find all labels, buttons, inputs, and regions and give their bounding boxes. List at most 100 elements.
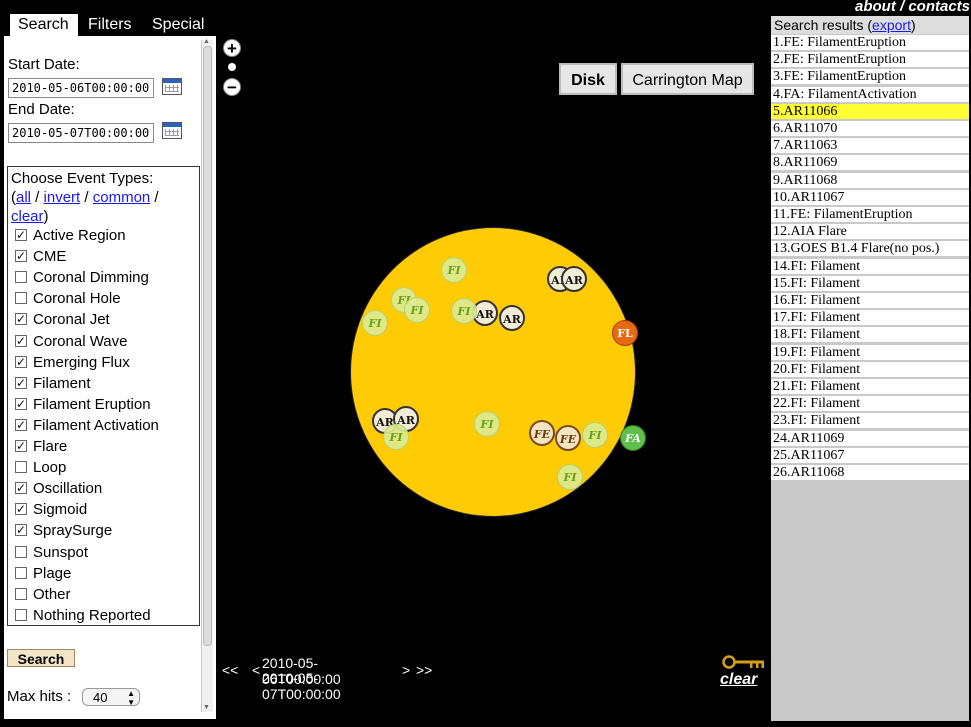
scroll-up-icon[interactable]: ▲ bbox=[203, 38, 210, 45]
event-type-item[interactable]: Sunspot bbox=[15, 542, 88, 563]
tab-special[interactable]: Special bbox=[152, 14, 204, 36]
result-row[interactable]: 15.FI: Filament bbox=[771, 275, 969, 292]
event-type-item[interactable]: Sigmoid bbox=[15, 499, 87, 520]
event-type-checkbox[interactable] bbox=[15, 352, 27, 373]
result-row[interactable]: 21.FI: Filament bbox=[771, 379, 969, 395]
event-type-checkbox[interactable] bbox=[15, 292, 27, 305]
result-row[interactable]: 19.FI: Filament bbox=[771, 344, 969, 361]
event-type-item[interactable]: Other bbox=[15, 584, 71, 605]
time-gt-button[interactable]: > bbox=[402, 662, 410, 678]
scrollbar[interactable]: ▲ ▼ bbox=[201, 38, 213, 712]
scrollbar-thumb[interactable] bbox=[203, 46, 212, 646]
carrington-map-button[interactable]: Carrington Map bbox=[621, 63, 754, 95]
time-prev-button[interactable]: << bbox=[222, 662, 238, 678]
event-type-item[interactable]: Nothing Reported bbox=[15, 605, 151, 626]
result-row[interactable]: 14.FI: Filament bbox=[771, 258, 969, 275]
result-row[interactable]: 17.FI: Filament bbox=[771, 310, 969, 327]
key-icon[interactable] bbox=[722, 654, 766, 670]
event-type-checkbox[interactable] bbox=[15, 373, 27, 394]
event-type-checkbox[interactable] bbox=[15, 499, 27, 520]
event-type-checkbox[interactable] bbox=[15, 394, 27, 415]
event-type-checkbox[interactable] bbox=[15, 545, 27, 558]
event-type-checkbox[interactable] bbox=[15, 331, 27, 352]
zoom-in-button[interactable]: + bbox=[223, 39, 241, 57]
result-row[interactable]: 3.FE: FilamentEruption bbox=[771, 69, 969, 86]
result-row[interactable]: 26.AR11068 bbox=[771, 465, 969, 481]
zoom-level-indicator[interactable] bbox=[228, 63, 236, 71]
event-marker-fe[interactable]: FE bbox=[555, 425, 581, 451]
about-contacts-link[interactable]: about / contacts bbox=[855, 0, 970, 15]
event-marker-fe[interactable]: FE bbox=[529, 420, 555, 446]
result-row[interactable]: 18.FI: Filament bbox=[771, 327, 969, 344]
result-row[interactable]: 2.FE: FilamentEruption bbox=[771, 52, 969, 69]
result-row[interactable]: 11.FE: FilamentEruption bbox=[771, 207, 969, 223]
event-type-checkbox[interactable] bbox=[15, 461, 27, 474]
event-type-checkbox[interactable] bbox=[15, 566, 27, 579]
event-type-checkbox[interactable] bbox=[15, 309, 27, 330]
end-date-input[interactable]: 2010-05-07T00:00:00 bbox=[8, 123, 154, 143]
result-row[interactable]: 25.AR11067 bbox=[771, 447, 969, 464]
event-type-item[interactable]: Coronal Hole bbox=[15, 288, 121, 309]
result-row[interactable]: 24.AR11069 bbox=[771, 430, 969, 447]
event-type-checkbox[interactable] bbox=[15, 608, 27, 621]
event-type-checkbox[interactable] bbox=[15, 271, 27, 284]
search-button[interactable]: Search bbox=[7, 649, 75, 667]
time-next-button[interactable]: >> bbox=[416, 662, 432, 678]
disk-view-button[interactable]: Disk bbox=[559, 63, 617, 95]
event-type-checkbox[interactable] bbox=[15, 478, 27, 499]
result-row[interactable]: 7.AR11063 bbox=[771, 138, 969, 155]
event-marker-fa[interactable]: FA bbox=[620, 425, 646, 451]
common-link[interactable]: common bbox=[93, 189, 151, 206]
event-type-item[interactable]: Oscillation bbox=[15, 478, 102, 499]
result-row[interactable]: 12.AIA Flare bbox=[771, 224, 969, 241]
event-marker-fi[interactable]: FI bbox=[582, 422, 608, 448]
event-type-item[interactable]: Coronal Jet bbox=[15, 309, 110, 330]
invert-link[interactable]: invert bbox=[44, 189, 81, 206]
start-date-input[interactable]: 2010-05-06T00:00:00 bbox=[8, 78, 154, 98]
event-type-checkbox[interactable] bbox=[15, 520, 27, 541]
event-marker-fi[interactable]: FI bbox=[441, 257, 467, 283]
result-row[interactable]: 1.FE: FilamentEruption bbox=[771, 35, 969, 51]
event-type-checkbox[interactable] bbox=[15, 436, 27, 457]
result-row[interactable]: 8.AR11069 bbox=[771, 155, 969, 172]
event-type-checkbox[interactable] bbox=[15, 415, 27, 436]
event-type-item[interactable]: Filament Eruption bbox=[15, 394, 151, 415]
result-row[interactable]: 5.AR11066 bbox=[771, 103, 969, 120]
result-row[interactable]: 20.FI: Filament bbox=[771, 361, 969, 378]
event-type-item[interactable]: SpraySurge bbox=[15, 520, 112, 541]
event-marker-fi[interactable]: FI bbox=[451, 298, 477, 324]
event-type-item[interactable]: Filament bbox=[15, 373, 91, 394]
event-type-checkbox[interactable] bbox=[15, 246, 27, 267]
event-marker-ar[interactable]: AR bbox=[499, 305, 525, 331]
event-marker-fi[interactable]: FI bbox=[362, 310, 388, 336]
event-marker-fl[interactable]: FL bbox=[612, 320, 638, 346]
event-marker-fi[interactable]: FI bbox=[557, 464, 583, 490]
event-type-item[interactable]: Loop bbox=[15, 457, 66, 478]
result-row[interactable]: 6.AR11070 bbox=[771, 121, 969, 137]
event-type-checkbox[interactable] bbox=[15, 225, 27, 246]
event-type-item[interactable]: Flare bbox=[15, 436, 67, 457]
event-marker-ar[interactable]: AR bbox=[561, 266, 587, 292]
tab-search[interactable]: Search bbox=[10, 14, 78, 36]
time-lt-button[interactable]: < bbox=[252, 662, 260, 678]
select-all-link[interactable]: all bbox=[16, 189, 31, 206]
result-row[interactable]: 4.FA: FilamentActivation bbox=[771, 86, 969, 103]
solar-disk[interactable] bbox=[350, 227, 636, 517]
event-type-item[interactable]: Active Region bbox=[15, 225, 126, 246]
event-type-item[interactable]: Emerging Flux bbox=[15, 352, 130, 373]
clear-selection-link[interactable]: clear bbox=[11, 208, 44, 225]
zoom-out-button[interactable]: − bbox=[223, 78, 241, 96]
calendar-icon[interactable] bbox=[162, 78, 182, 95]
result-row[interactable]: 22.FI: Filament bbox=[771, 396, 969, 413]
export-link[interactable]: export bbox=[872, 17, 911, 33]
event-marker-fi[interactable]: FI bbox=[383, 424, 409, 450]
result-row[interactable]: 13.GOES B1.4 Flare(no pos.) bbox=[771, 241, 969, 258]
result-row[interactable]: 9.AR11068 bbox=[771, 172, 969, 189]
calendar-icon[interactable] bbox=[162, 122, 182, 139]
event-type-item[interactable]: Plage bbox=[15, 563, 71, 584]
scroll-down-icon[interactable]: ▼ bbox=[203, 704, 210, 711]
event-type-item[interactable]: Filament Activation bbox=[15, 415, 159, 436]
event-marker-fi[interactable]: FI bbox=[474, 411, 500, 437]
event-type-item[interactable]: Coronal Dimming bbox=[15, 267, 149, 288]
clear-link[interactable]: clear bbox=[720, 671, 757, 689]
